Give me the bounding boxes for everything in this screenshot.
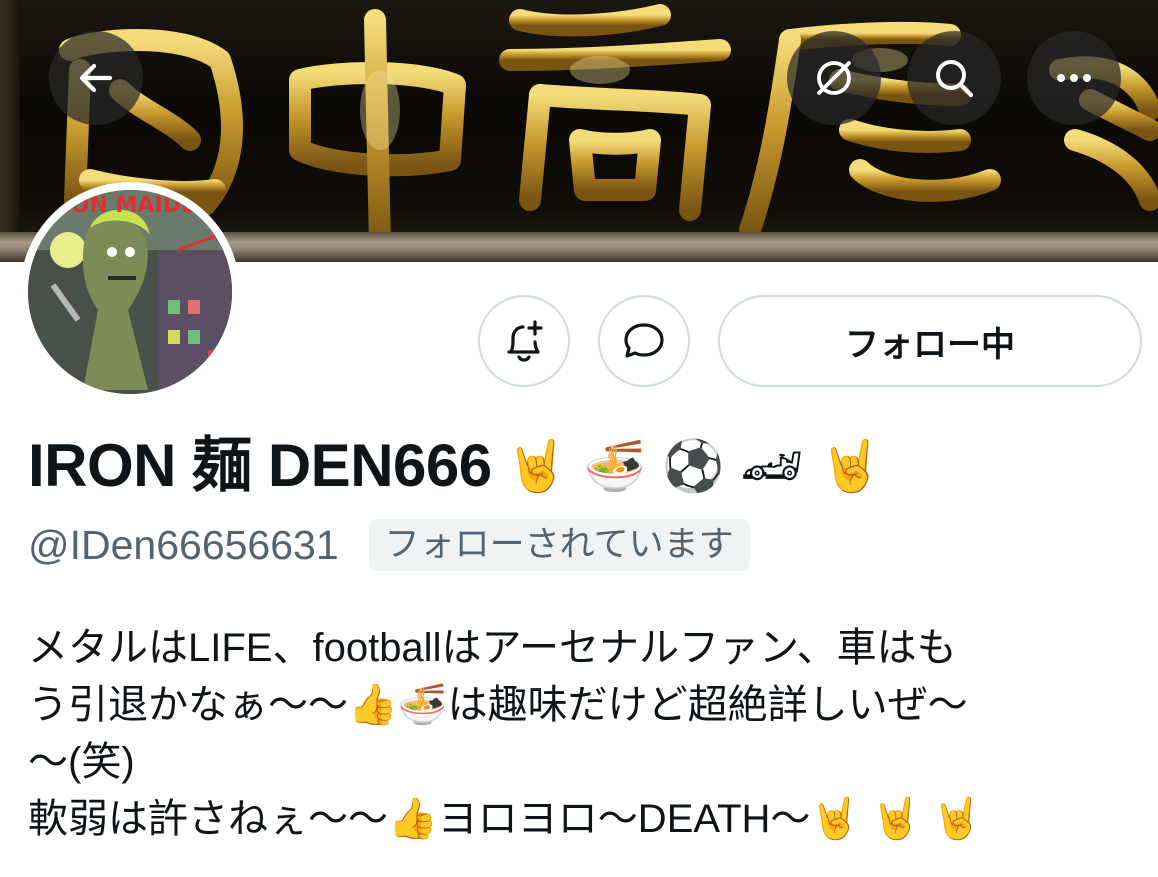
translate-button[interactable] <box>787 31 881 125</box>
album-cover-artwork: IRON MAIDEN <box>28 190 232 394</box>
notify-button[interactable] <box>478 295 570 387</box>
search-icon <box>936 60 974 98</box>
profile-handle-row: @IDen66656631 フォローされています <box>28 518 750 572</box>
profile-bio: メタルはLIFE、footballはアーセナルファン、車はも う引退かなぁ〜〜👍… <box>28 620 1138 848</box>
user-handle: @IDen66656631 <box>28 521 339 568</box>
message-button[interactable] <box>598 295 690 387</box>
bio-line-3: 〜(笑) <box>28 740 135 784</box>
message-bubble-icon <box>624 323 664 358</box>
bio-line-2: う引退かなぁ〜〜👍🍜は趣味だけど超絶詳しいぜ〜 <box>28 683 968 727</box>
bio-line-4: 軟弱は許さねぇ〜〜👍ヨロヨロ〜DEATH〜🤘 🤘 🤘 <box>28 797 983 841</box>
profile-avatar[interactable]: IRON MAIDEN <box>20 182 240 402</box>
following-button[interactable]: フォロー中 <box>718 295 1142 387</box>
name-emoji: 🤘 🍜 ⚽ 🏎 🤘 <box>505 437 882 495</box>
display-name: IRON 麺 DEN666 <box>28 432 492 499</box>
globe-slash-icon <box>817 61 851 95</box>
follows-you-badge: フォローされています <box>368 519 750 571</box>
more-horizontal-icon <box>1057 74 1091 82</box>
profile-name-row: IRON 麺 DEN666 🤘 🍜 ⚽ 🏎 🤘 <box>28 428 882 504</box>
search-button[interactable] <box>907 31 1001 125</box>
bell-plus-icon <box>507 320 543 362</box>
bio-line-1: メタルはLIFE、footballはアーセナルファン、車はも <box>28 626 957 670</box>
arrow-left-icon <box>79 63 113 93</box>
more-button[interactable] <box>1027 31 1121 125</box>
back-button[interactable] <box>49 31 143 125</box>
avatar-image: IRON MAIDEN <box>28 190 232 394</box>
